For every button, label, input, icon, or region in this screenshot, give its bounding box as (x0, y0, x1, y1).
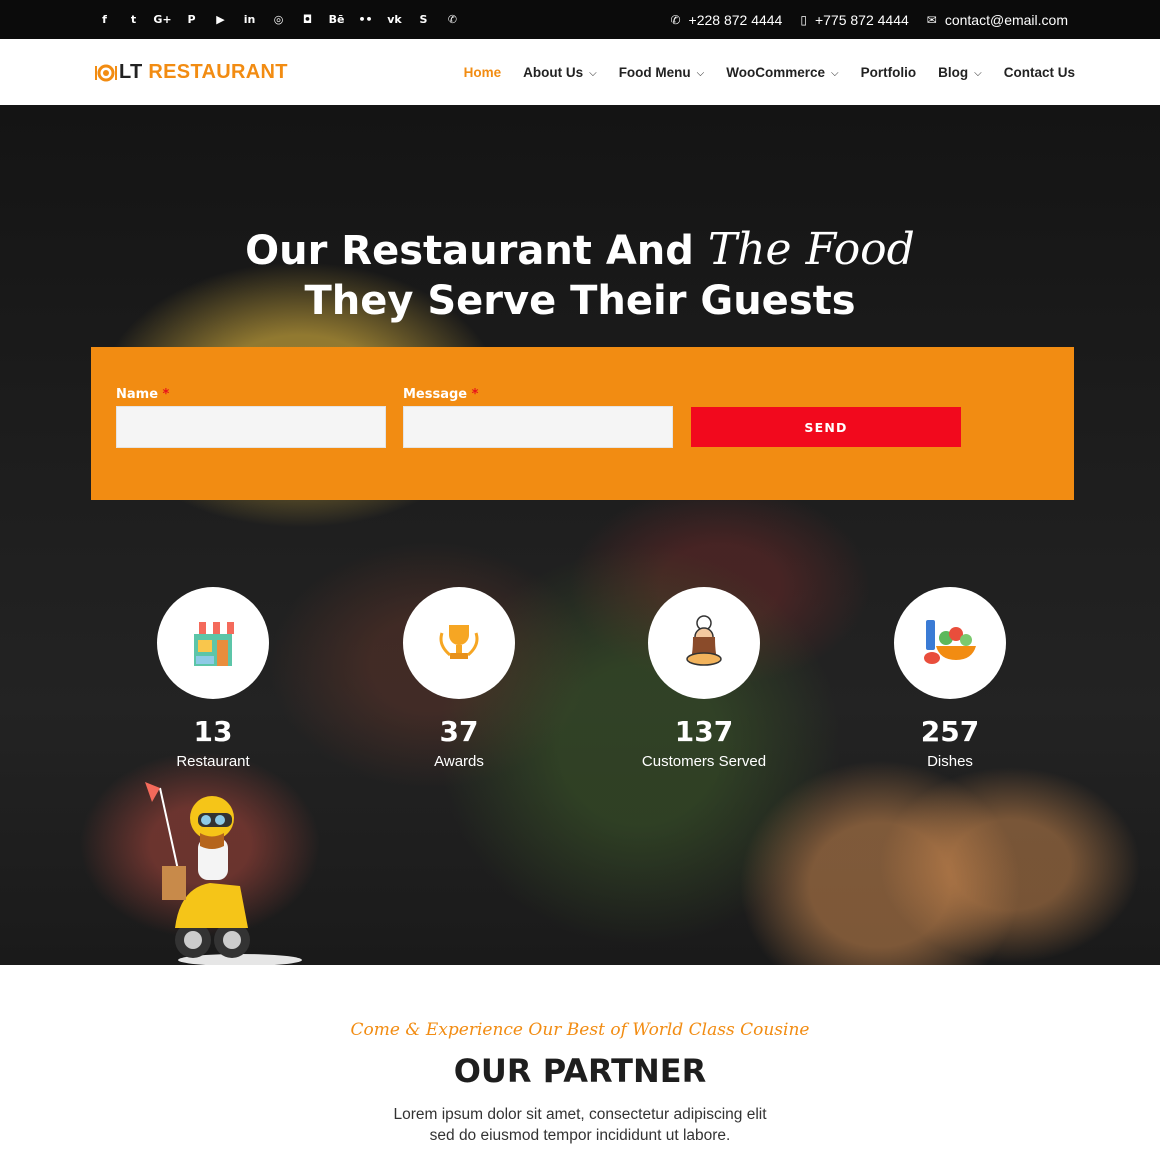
pinterest-icon[interactable]: P (177, 13, 206, 26)
chevron-down-icon: ⌵ (974, 67, 982, 79)
stat-dishes: 257 Dishes (850, 587, 1050, 770)
partner-section: Come & Experience Our Best of World Clas… (0, 1020, 1160, 1146)
partner-text-line-1: Lorem ipsum dolor sit amet, consectetur … (393, 1106, 767, 1123)
whatsapp-icon[interactable]: ✆ (438, 13, 467, 26)
nav-home[interactable]: Home (464, 65, 502, 80)
phone-2[interactable]: ▯ +775 872 4444 (800, 12, 908, 28)
email[interactable]: ✉ contact@email.com (927, 12, 1068, 28)
stat-circle (894, 587, 1006, 699)
stat-number: 37 (439, 715, 479, 748)
message-input[interactable] (403, 406, 673, 448)
contact-form: Name * Message * SEND (91, 347, 1074, 500)
stat-circle (157, 587, 269, 699)
logo-lt: LT (119, 61, 143, 83)
nav-about-us[interactable]: About Us ⌵ (523, 65, 597, 80)
behance-icon[interactable]: Bē (322, 13, 351, 26)
dishes-icon (924, 620, 976, 664)
flickr-icon[interactable]: •• (351, 13, 380, 26)
hero-title-part-1: Our Restaurant And (245, 228, 694, 274)
name-label-text: Name (116, 387, 159, 402)
top-bar: f t G+ P ▶ in ◎ ◘ Bē •• vk S ✆ ✆ +228 87… (0, 0, 1160, 39)
nav-woocommerce-label: WooCommerce (726, 64, 826, 80)
partner-tagline: Come & Experience Our Best of World Clas… (350, 1020, 810, 1040)
chevron-down-icon: ⌵ (589, 67, 597, 79)
email-text: contact@email.com (944, 11, 1068, 28)
social-links: f t G+ P ▶ in ◎ ◘ Bē •• vk S ✆ (90, 0, 467, 39)
chevron-down-icon: ⌵ (696, 67, 705, 79)
hero-title-line-2: They Serve Their Guests (304, 278, 856, 324)
message-field-group: Message * (403, 387, 673, 448)
main-nav: Home About Us ⌵ Food Menu ⌵ WooCommerce ⌵ P… (464, 39, 1075, 105)
stat-label: Dishes (927, 753, 973, 770)
facebook-icon[interactable]: f (90, 13, 119, 26)
name-input[interactable] (116, 406, 386, 448)
phone-2-text: +775 872 4444 (814, 11, 909, 28)
nav-food-menu[interactable]: Food Menu ⌵ (619, 65, 705, 80)
stat-label: Restaurant (176, 753, 250, 770)
plate-logo-icon (95, 64, 117, 81)
nav-blog[interactable]: Blog ⌵ (938, 65, 982, 80)
site-header: LT RESTAURANT Home About Us ⌵ Food Menu ⌵ … (0, 39, 1160, 105)
envelope-icon: ✉ (926, 12, 937, 27)
stat-circle (403, 587, 515, 699)
nav-home-label: Home (463, 64, 502, 80)
stat-label: Customers Served (641, 753, 767, 770)
delivery-scooter-illustration (145, 782, 302, 965)
youtube-icon[interactable]: ▶ (206, 13, 235, 26)
nav-contact-us[interactable]: Contact Us (1004, 65, 1075, 80)
nav-blog-label: Blog (938, 64, 969, 80)
stat-number: 13 (193, 715, 233, 748)
hero-title-script: The Food (707, 224, 915, 275)
logo-restaurant: RESTAURANT (148, 61, 288, 83)
restaurant-shop-icon (192, 622, 234, 666)
stat-awards: 37 Awards (359, 587, 559, 770)
hero-section: Our Restaurant And The Food They Serve T… (0, 105, 1160, 965)
chef-icon (686, 615, 722, 666)
phone-1-text: +228 872 4444 (688, 11, 783, 28)
stat-customers-served: 137 Customers Served (604, 587, 804, 770)
nav-food-menu-label: Food Menu (618, 64, 691, 80)
mobile-icon: ▯ (800, 12, 807, 27)
dribbble-icon[interactable]: ◎ (264, 13, 293, 26)
google-plus-icon[interactable]: G+ (148, 13, 177, 26)
required-mark: * (471, 387, 479, 402)
message-label-text: Message (403, 387, 468, 402)
nav-woocommerce[interactable]: WooCommerce ⌵ (726, 65, 838, 80)
skype-icon[interactable]: S (409, 13, 438, 26)
stat-restaurant: 13 Restaurant (113, 587, 313, 770)
instagram-icon[interactable]: ◘ (293, 13, 322, 26)
linkedin-icon[interactable]: in (235, 13, 264, 26)
message-label: Message * (403, 387, 673, 402)
phone-1[interactable]: ✆ +228 872 4444 (670, 12, 782, 28)
site-logo[interactable]: LT RESTAURANT (95, 61, 288, 84)
phone-icon: ✆ (670, 12, 681, 27)
nav-contact-label: Contact Us (1003, 64, 1075, 80)
hero-title-line-1: Our Restaurant And The Food (0, 225, 1160, 276)
partner-text-line-2: sed do eiusmod tempor incididunt ut labo… (429, 1127, 731, 1144)
nav-portfolio[interactable]: Portfolio (861, 65, 917, 80)
send-button[interactable]: SEND (691, 407, 961, 447)
vk-icon[interactable]: vk (380, 13, 409, 26)
stat-label: Awards (434, 753, 484, 770)
name-field-group: Name * (116, 387, 386, 448)
nav-portfolio-label: Portfolio (860, 64, 917, 80)
stat-circle (648, 587, 760, 699)
stat-number: 137 (674, 715, 734, 748)
nav-about-label: About Us (523, 64, 584, 80)
stat-number: 257 (920, 715, 980, 748)
partner-text: Lorem ipsum dolor sit amet, consectetur … (0, 1104, 1160, 1146)
partner-heading: OUR PARTNER (453, 1052, 707, 1090)
required-mark: * (162, 387, 170, 402)
chevron-down-icon: ⌵ (831, 67, 839, 79)
hero-title: Our Restaurant And The Food They Serve T… (0, 225, 1160, 326)
trophy-icon (439, 625, 479, 659)
contact-info: ✆ +228 872 4444 ▯ +775 872 4444 ✉ contac… (670, 0, 1068, 39)
name-label: Name * (116, 387, 386, 402)
logo-text: LT RESTAURANT (119, 61, 288, 84)
twitter-icon[interactable]: t (119, 13, 148, 26)
